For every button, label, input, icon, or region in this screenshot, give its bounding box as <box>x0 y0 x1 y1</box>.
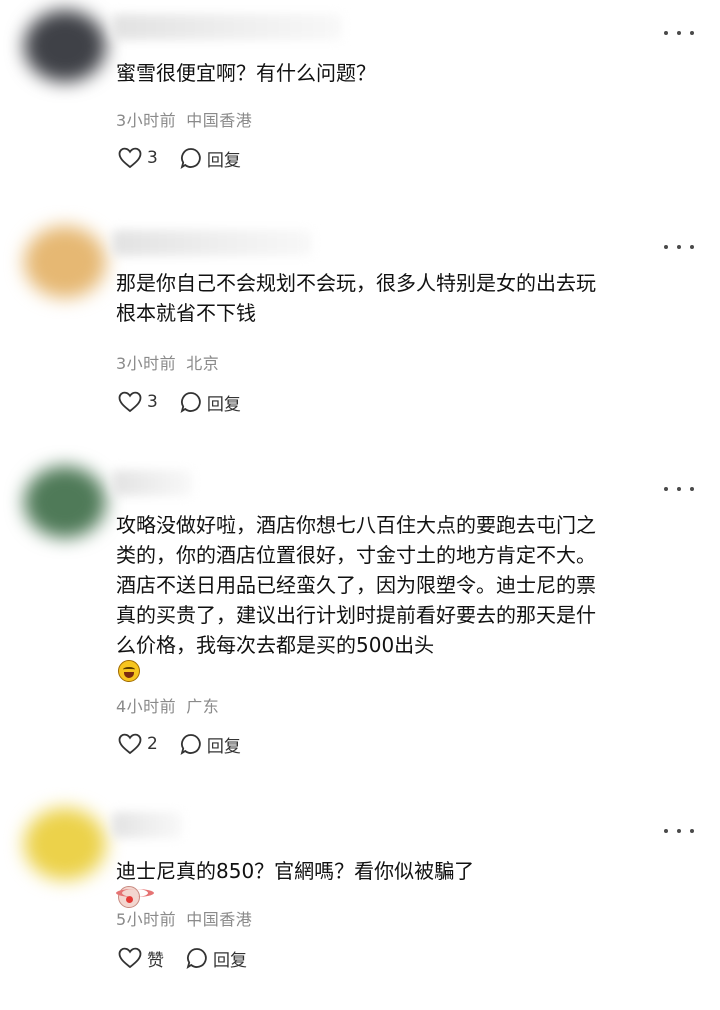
comment-meta: 3小时前 北京 <box>116 350 219 374</box>
heart-icon <box>118 147 142 169</box>
like-count: 3 <box>147 392 158 412</box>
location: 中国香港 <box>186 910 253 929</box>
comment-text: 那是你自己不会规划不会玩，很多人特别是女的出去玩 根本就省不下钱 <box>116 268 686 328</box>
comment-actions: 赞 回复 <box>118 945 247 971</box>
more-options-icon[interactable] <box>664 824 694 838</box>
comment-text-last-line: 迪士尼真的850？官網嗎？看你似被騙了 <box>116 856 686 908</box>
reply-button[interactable]: 回复 <box>180 390 241 415</box>
reply-button[interactable]: 回复 <box>180 146 241 171</box>
timestamp: 5小时前 <box>116 910 177 929</box>
avatar[interactable] <box>24 808 106 880</box>
like-count: 3 <box>147 148 158 168</box>
location: 广东 <box>186 697 220 716</box>
comment-meta: 3小时前 中国香港 <box>116 107 252 131</box>
like-button[interactable]: 3 <box>118 147 158 169</box>
comment-text-line: 真的买贵了，建议出行计划时提前看好要去的那天是什 <box>116 603 596 627</box>
more-options-icon[interactable] <box>664 482 694 496</box>
reply-label: 回复 <box>206 736 241 757</box>
avatar[interactable] <box>24 10 106 82</box>
speech-bubble-icon <box>180 734 201 755</box>
reply-button[interactable]: 回复 <box>180 732 241 757</box>
like-button[interactable]: 3 <box>118 391 158 413</box>
timestamp: 4小时前 <box>116 697 177 716</box>
comment-text: 迪士尼真的850？官網嗎？看你似被騙了 <box>116 856 686 908</box>
username-blurred[interactable] <box>112 14 342 40</box>
reply-label: 回复 <box>206 150 241 171</box>
comment-text-line: 么价格，我每次去都是买的500出头 <box>116 633 435 657</box>
comment-text-line: 蜜雪很便宜啊？有什么问题？ <box>116 61 376 85</box>
comment-text: 攻略没做好啦，酒店你想七八百住大点的要跑去屯门之 类的，你的酒店位置很好，寸金寸… <box>116 510 686 682</box>
comment-text-line: 攻略没做好啦，酒店你想七八百住大点的要跑去屯门之 <box>116 513 596 537</box>
avatar[interactable] <box>24 226 106 298</box>
reply-label: 回复 <box>213 950 247 971</box>
comment-text: 蜜雪很便宜啊？有什么问题？ <box>116 58 686 88</box>
avatar[interactable] <box>24 466 106 538</box>
heart-icon <box>118 391 142 413</box>
username-blurred[interactable] <box>112 812 182 838</box>
more-options-icon[interactable] <box>664 26 694 40</box>
speech-bubble-icon <box>180 148 201 169</box>
comment-actions: 2 回复 <box>118 731 241 757</box>
location: 中国香港 <box>186 111 253 130</box>
comment-text-line: 那是你自己不会规划不会玩，很多人特别是女的出去玩 <box>116 271 596 295</box>
comment-actions: 3 回复 <box>118 389 241 415</box>
username-blurred[interactable] <box>112 470 192 496</box>
comment-text-line: 类的，你的酒店位置很好，寸金寸土的地方肯定不大。 <box>116 543 596 567</box>
like-label: 赞 <box>147 950 164 971</box>
speech-bubble-icon <box>180 392 201 413</box>
comment-text-line: 酒店不送日用品已经蛮久了，因为限塑令。迪士尼的票 <box>116 573 596 597</box>
comment-meta: 4小时前 广东 <box>116 693 219 717</box>
clown-face-emoji <box>116 886 154 908</box>
location: 北京 <box>186 354 220 373</box>
username-blurred[interactable] <box>112 230 312 256</box>
heart-icon <box>118 947 142 969</box>
heart-icon <box>118 733 142 755</box>
more-options-icon[interactable] <box>664 240 694 254</box>
comment-actions: 3 回复 <box>118 145 241 171</box>
comment-text-line: 根本就省不下钱 <box>116 301 256 325</box>
like-count: 2 <box>147 734 158 754</box>
timestamp: 3小时前 <box>116 111 177 130</box>
timestamp: 3小时前 <box>116 354 177 373</box>
speech-bubble-icon <box>186 948 207 969</box>
reply-label: 回复 <box>206 394 241 415</box>
rolling-on-floor-laughing-emoji <box>118 660 140 682</box>
like-button[interactable]: 赞 <box>118 946 164 971</box>
comment-text-last-line: 么价格，我每次去都是买的500出头 <box>116 630 686 682</box>
comment-meta: 5小时前 中国香港 <box>116 906 252 930</box>
like-button[interactable]: 2 <box>118 733 158 755</box>
comment-text-line: 迪士尼真的850？官網嗎？看你似被騙了 <box>116 859 475 883</box>
reply-button[interactable]: 回复 <box>186 946 247 971</box>
